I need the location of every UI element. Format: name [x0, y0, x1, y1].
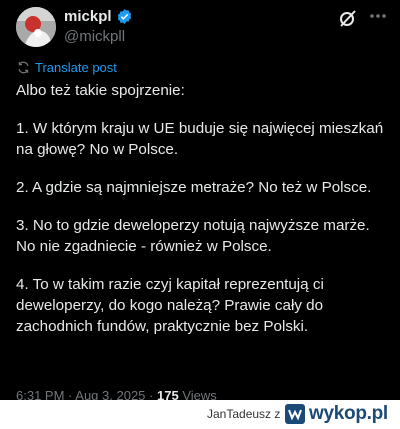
name-row: mickpl	[64, 8, 133, 25]
handle[interactable]: @mickpll	[64, 28, 125, 45]
wykop-footer: JanTadeusz z wykop.pl	[0, 400, 400, 429]
footer-username[interactable]: JanTadeusz	[207, 407, 271, 421]
tweet-card: mickpl @mickpll Translate post Albo też …	[0, 0, 400, 403]
post-paragraph: 1. W którym kraju w UE buduje się najwię…	[16, 120, 384, 158]
avatar[interactable]	[16, 7, 56, 47]
footer-prefix: z	[274, 407, 281, 421]
translate-post[interactable]: Translate post	[17, 60, 117, 75]
post-paragraph: 4. To w takim razie czyj kapitał repreze…	[16, 276, 324, 335]
wykop-logo[interactable]: wykop.pl	[284, 403, 388, 425]
post-paragraph: 3. No to gdzie deweloperzy notują najwyż…	[16, 217, 370, 255]
post-paragraph: 2. A gdzie są najmniejsze metraże? No te…	[16, 179, 372, 196]
footer-attribution: JanTadeusz z	[207, 407, 280, 421]
wykop-wordmark: wykop.pl	[309, 403, 388, 424]
display-name[interactable]: mickpl	[64, 8, 112, 25]
post-text: Albo też takie spojrzenie: 1. W którym k…	[16, 80, 388, 354]
verified-badge-icon	[116, 8, 133, 25]
grok-icon[interactable]	[338, 8, 358, 28]
translate-icon	[18, 61, 29, 74]
more-icon[interactable]	[368, 6, 388, 26]
translate-label[interactable]: Translate post	[35, 60, 117, 75]
wykop-logo-icon	[285, 404, 305, 424]
post-paragraph: Albo też takie spojrzenie:	[16, 82, 185, 99]
